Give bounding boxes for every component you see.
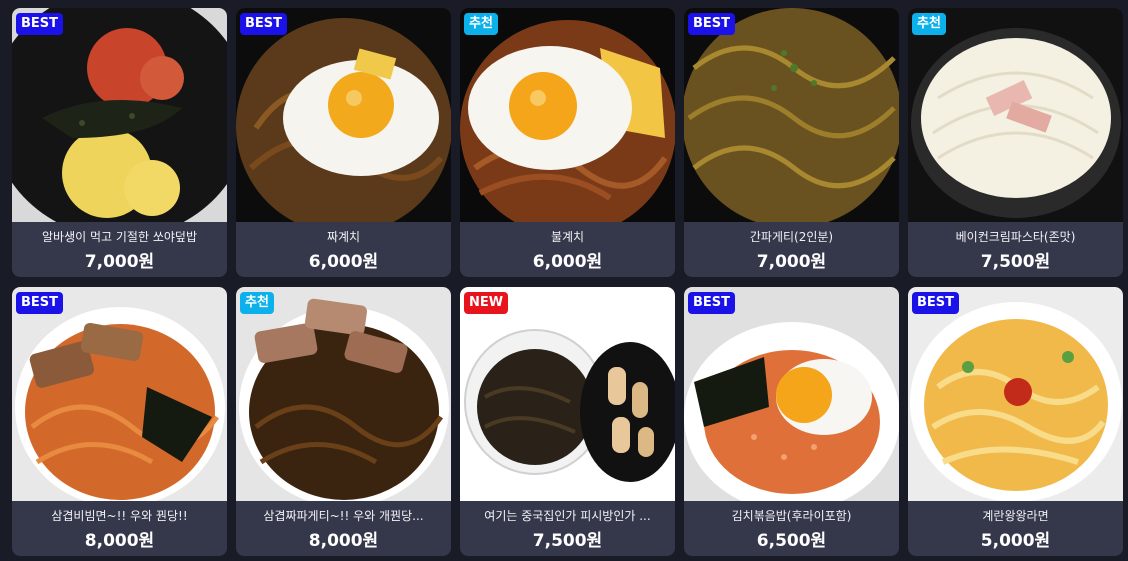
menu-card[interactable]: NEW 여기는 중국집인가 피시방인가 ... 7,500원 xyxy=(460,287,675,556)
best-badge: BEST xyxy=(240,13,288,35)
menu-card[interactable]: BEST 김치볶음밥(후라이포함) 6,500원 xyxy=(684,287,899,556)
menu-item-name: 여기는 중국집인가 피시방인가 ... xyxy=(484,509,651,523)
recommend-badge: 추천 xyxy=(240,292,274,314)
menu-card[interactable]: BEST 알바생이 먹고 기절한 쏘야덮밥 7,000원 xyxy=(12,8,227,277)
menu-item-price: 7,500원 xyxy=(980,252,1051,272)
black-noodle-photo xyxy=(684,8,899,222)
menu-item-price: 7,000원 xyxy=(84,252,155,272)
menu-card[interactable]: 추천 불계치 6,000원 xyxy=(460,8,675,277)
menu-item-price: 8,000원 xyxy=(308,531,379,551)
menu-item-price: 7,000원 xyxy=(756,252,827,272)
best-badge: BEST xyxy=(912,292,960,314)
kimchi-fried-rice-photo xyxy=(684,287,899,501)
rice-bowl-photo xyxy=(12,8,227,222)
menu-item-price: 7,500원 xyxy=(532,531,603,551)
recommend-badge: 추천 xyxy=(912,13,946,35)
noodle-egg-photo xyxy=(236,8,451,222)
menu-item-price: 6,500원 xyxy=(756,531,827,551)
best-badge: BEST xyxy=(688,292,736,314)
menu-card[interactable]: BEST 간파게티(2인분) 7,000원 xyxy=(684,8,899,277)
cream-pasta-photo xyxy=(908,8,1123,222)
menu-card[interactable]: BEST 짜계치 6,000원 xyxy=(236,8,451,277)
menu-card[interactable]: BEST 계란왕왕라면 5,000원 xyxy=(908,287,1123,556)
menu-grid: BEST 알바생이 먹고 기절한 쏘야덮밥 7,000원 BEST 짜계치 6,… xyxy=(12,8,1123,556)
menu-card[interactable]: 추천 베이컨크림파스타(존맛) 7,500원 xyxy=(908,8,1123,277)
best-badge: BEST xyxy=(16,292,64,314)
menu-item-name: 불계치 xyxy=(550,230,585,244)
menu-item-name: 베이컨크림파스타(존맛) xyxy=(955,230,1076,244)
recommend-badge: 추천 xyxy=(464,13,498,35)
menu-card[interactable]: 추천 삼겹짜파게티~!! 우와 개꿘당... 8,000원 xyxy=(236,287,451,556)
menu-item-price: 6,000원 xyxy=(532,252,603,272)
spicy-noodle-egg-photo xyxy=(460,8,675,222)
menu-item-name: 간파게티(2인분) xyxy=(749,230,834,244)
best-badge: BEST xyxy=(688,13,736,35)
menu-item-name: 알바생이 먹고 기절한 쏘야덮밥 xyxy=(42,230,197,244)
menu-card[interactable]: BEST 삼겹비빔면~!! 우와 꿘당!! 8,000원 xyxy=(12,287,227,556)
pork-jjapaghetti-photo xyxy=(236,287,451,501)
best-badge: BEST xyxy=(16,13,64,35)
new-badge: NEW xyxy=(464,292,509,314)
menu-item-price: 6,000원 xyxy=(308,252,379,272)
menu-item-price: 5,000원 xyxy=(980,531,1051,551)
menu-item-price: 8,000원 xyxy=(84,531,155,551)
egg-ramen-photo xyxy=(908,287,1123,501)
pork-bibim-noodle-photo xyxy=(12,287,227,501)
menu-item-name: 계란왕왕라면 xyxy=(982,509,1049,523)
jjajang-tangsuyuk-photo xyxy=(460,287,675,501)
menu-item-name: 삼겹짜파게티~!! 우와 개꿘당... xyxy=(263,509,424,523)
menu-item-name: 김치볶음밥(후라이포함) xyxy=(731,509,852,523)
menu-item-name: 삼겹비빔면~!! 우와 꿘당!! xyxy=(51,509,188,523)
menu-item-name: 짜계치 xyxy=(326,230,361,244)
